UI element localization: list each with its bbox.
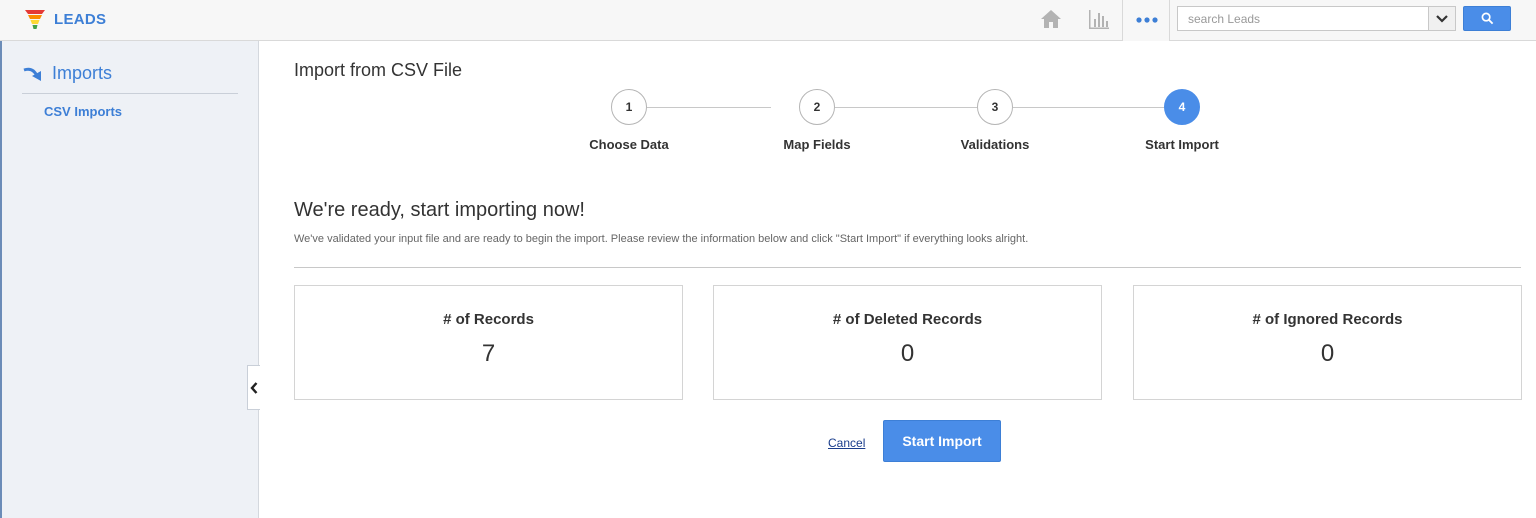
search-button[interactable] — [1463, 6, 1511, 31]
sidebar-section-imports[interactable]: Imports — [22, 63, 238, 94]
stat-value: 0 — [1320, 340, 1335, 367]
step-number: 3 — [977, 89, 1013, 125]
more-dots-icon — [1136, 17, 1158, 23]
stat-card-ignored-records: # of Ignored Records 0 — [1133, 285, 1522, 400]
stat-card-records: # of Records 7 — [294, 285, 683, 400]
sidebar-section-label: Imports — [52, 63, 113, 83]
step-label: Start Import — [1145, 137, 1219, 152]
top-bar: LEADS — [0, 0, 1536, 41]
search-box — [1177, 6, 1456, 31]
cancel-link[interactable]: Cancel — [828, 436, 865, 450]
search-icon — [1481, 12, 1493, 25]
sidebar: Imports CSV Imports — [0, 41, 259, 518]
page-title: Import from CSV File — [294, 60, 463, 80]
stat-card-deleted-records: # of Deleted Records 0 — [713, 285, 1102, 400]
ready-description: We've validated your input file and are … — [294, 233, 1029, 245]
step-map-fields: 2 Map Fields — [767, 89, 867, 152]
stat-value: 0 — [900, 340, 915, 367]
step-start-import: 4 Start Import — [1132, 89, 1232, 152]
chevron-down-icon — [1436, 14, 1448, 23]
step-choose-data: 1 Choose Data — [579, 89, 679, 152]
more-menu[interactable] — [1122, 0, 1170, 41]
stat-label: # of Ignored Records — [1252, 311, 1403, 328]
search-input[interactable] — [1178, 7, 1428, 30]
app-name: LEADS — [54, 10, 107, 28]
start-import-button[interactable]: Start Import — [883, 420, 1001, 462]
stat-value: 7 — [481, 340, 496, 367]
step-label: Validations — [960, 137, 1030, 152]
step-validations: 3 Validations — [945, 89, 1045, 152]
bar-chart-icon[interactable] — [1087, 7, 1111, 31]
step-number: 2 — [799, 89, 835, 125]
home-icon[interactable] — [1039, 7, 1063, 31]
step-number: 4 — [1164, 89, 1200, 125]
stat-label: # of Records — [443, 311, 534, 328]
import-stepper: 1 Choose Data 2 Map Fields 3 Validations… — [583, 89, 1243, 159]
sidebar-edge — [0, 41, 2, 518]
sidebar-collapse-toggle[interactable] — [247, 365, 260, 410]
brand[interactable]: LEADS — [24, 7, 106, 31]
divider — [294, 267, 1521, 268]
stat-label: # of Deleted Records — [832, 311, 983, 328]
funnel-logo-icon — [25, 10, 45, 29]
ready-heading: We're ready, start importing now! — [294, 199, 585, 221]
arrow-curve-icon — [23, 67, 41, 81]
chevron-left-icon — [250, 381, 258, 394]
step-label: Map Fields — [783, 137, 851, 152]
sidebar-item-csv-imports[interactable]: CSV Imports — [44, 104, 122, 119]
step-label: Choose Data — [589, 137, 669, 152]
search-scope-dropdown[interactable] — [1428, 7, 1455, 30]
step-number: 1 — [611, 89, 647, 125]
